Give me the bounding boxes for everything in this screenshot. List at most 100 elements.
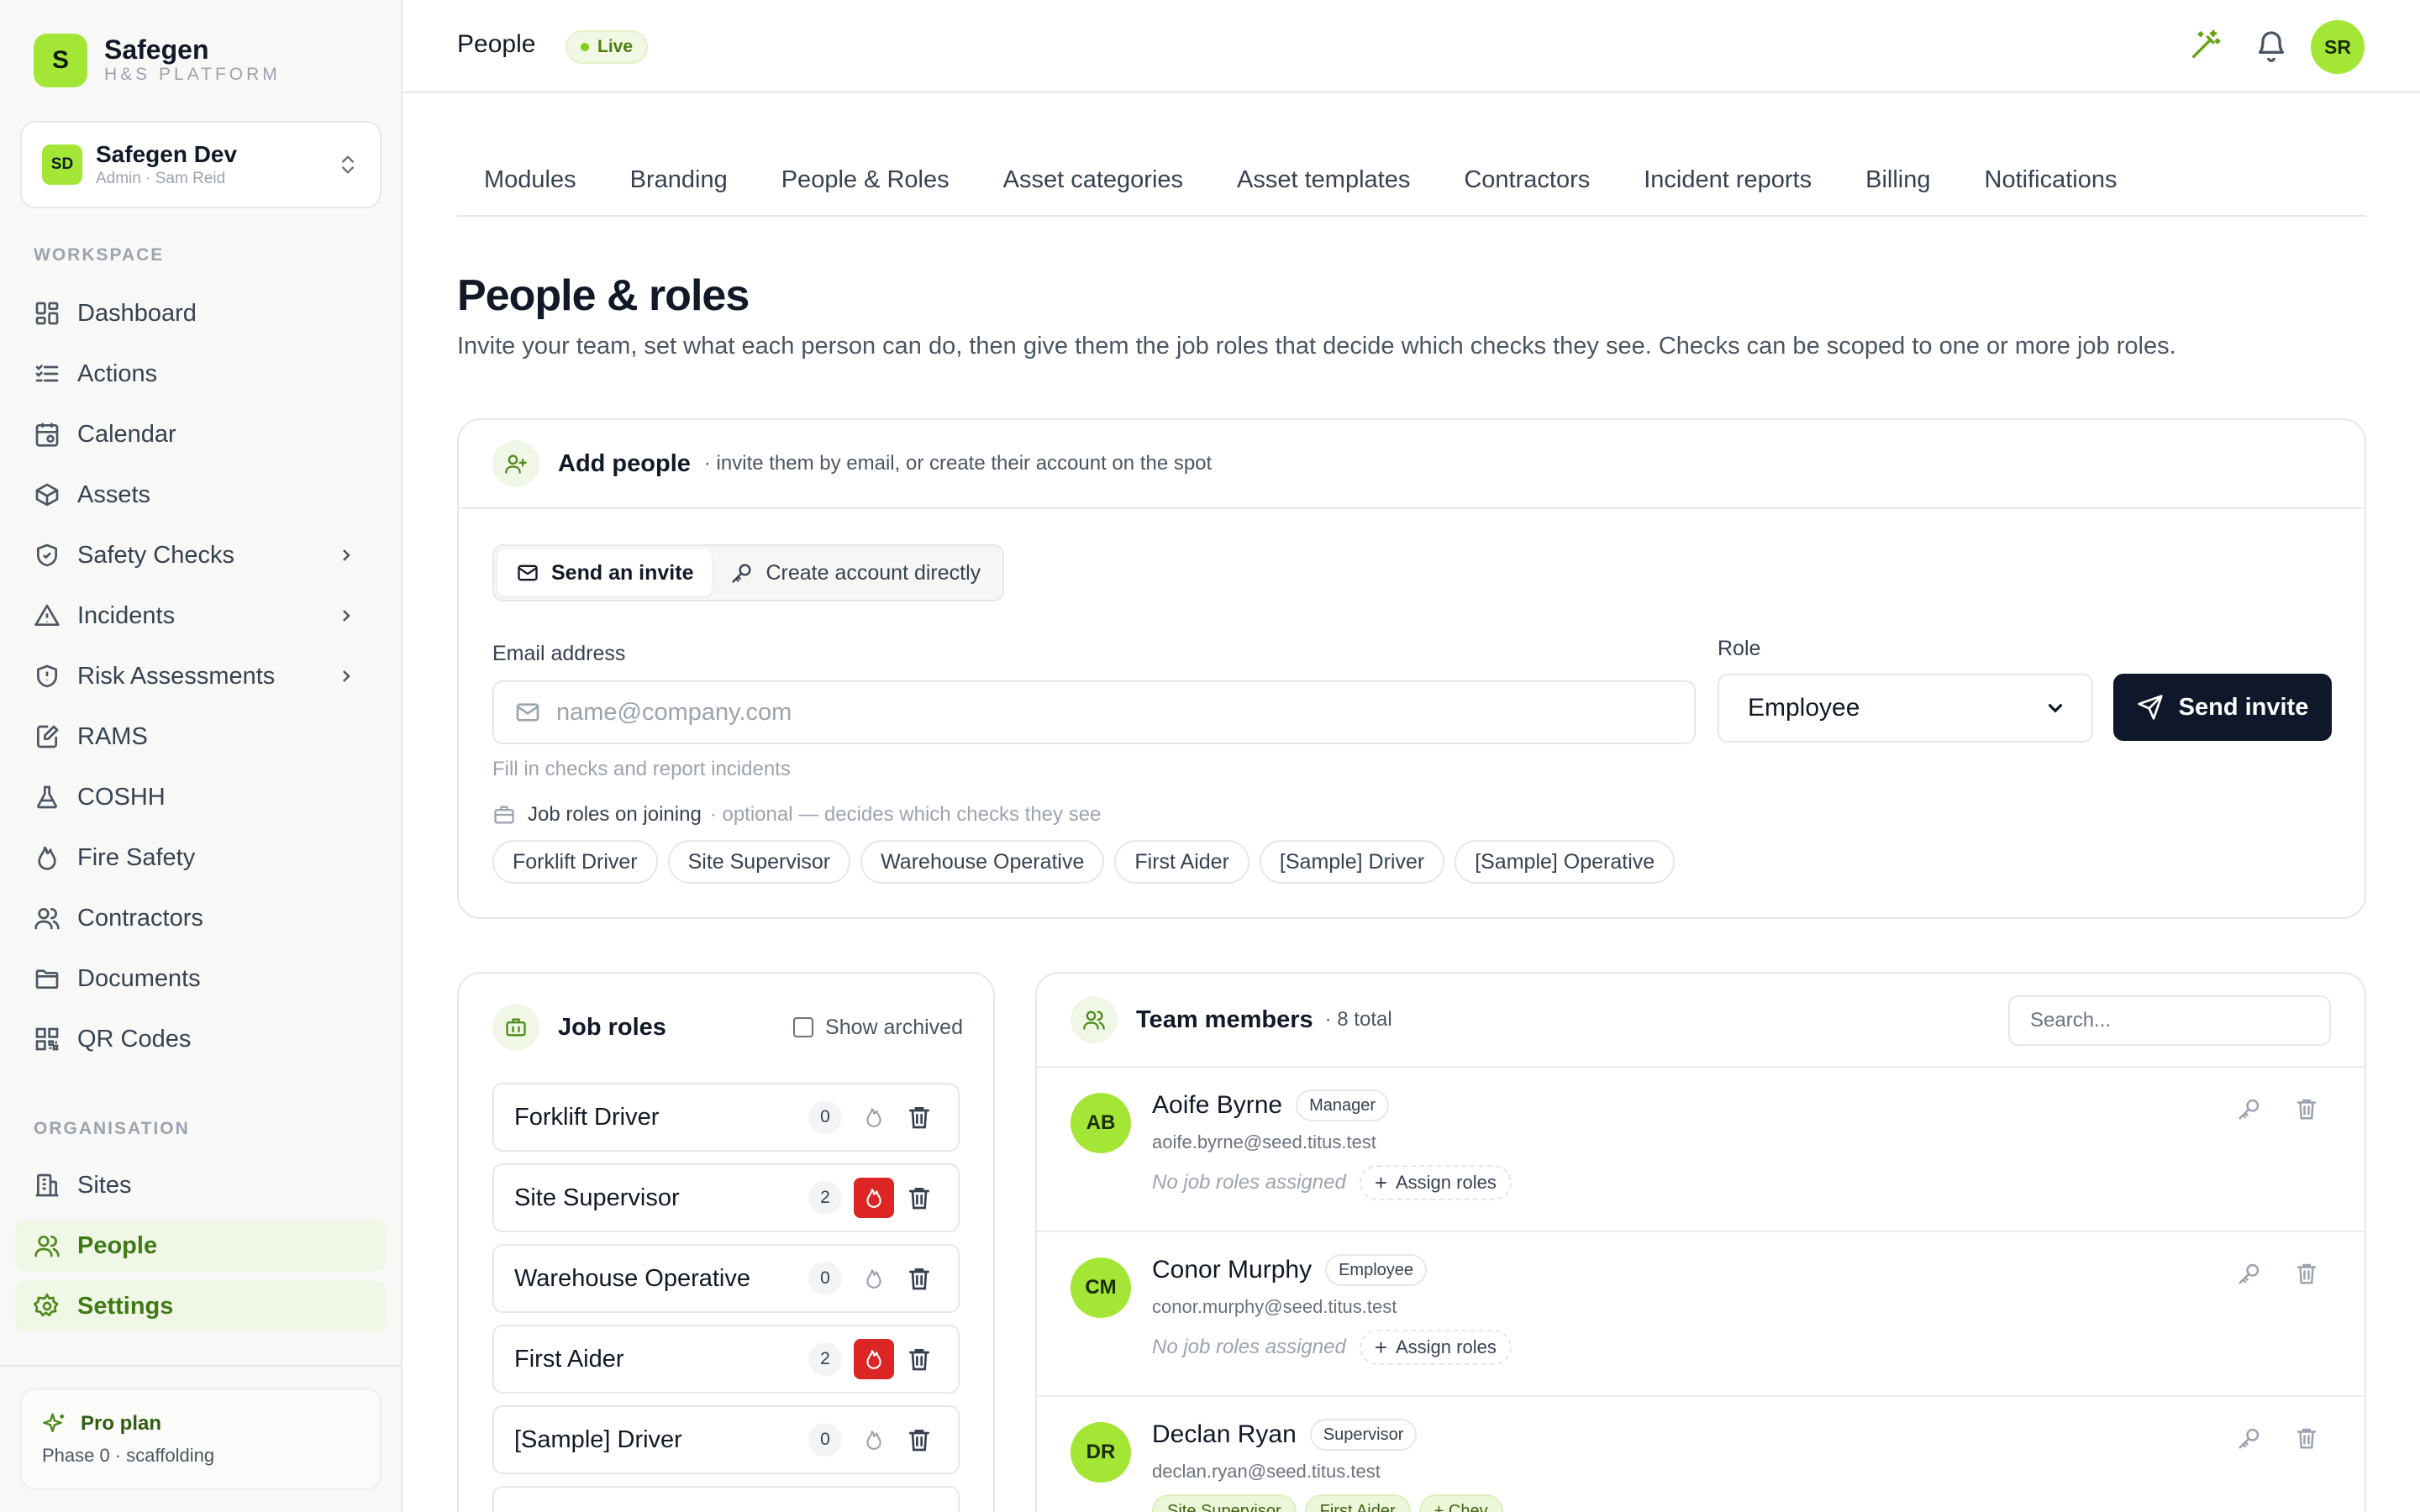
sidebar-item-qr-codes[interactable]: QR Codes <box>15 1013 387 1065</box>
sidebar-item-fire-safety[interactable]: Fire Safety <box>15 832 387 884</box>
trash-icon[interactable] <box>2294 1261 2319 1286</box>
tab-billing[interactable]: Billing <box>1839 151 1957 217</box>
tab-modules[interactable]: Modules <box>457 151 603 217</box>
trash-icon[interactable] <box>2294 1425 2319 1451</box>
sidebar-item-risk-assessments[interactable]: Risk Assessments <box>15 650 387 702</box>
key-icon[interactable] <box>2237 1425 2262 1451</box>
nav-section-organisation: ORGANISATION <box>34 1119 190 1138</box>
brand[interactable]: S Safegen H&S PLATFORM <box>34 34 281 87</box>
user-avatar[interactable]: SR <box>2311 20 2365 74</box>
send-invite-button[interactable]: Send invite <box>2113 674 2332 741</box>
job-role-chip[interactable]: [Sample] Driver <box>1259 840 1445 884</box>
sidebar-item-coshh[interactable]: COSHH <box>15 771 387 823</box>
job-role-row[interactable]: Site Supervisor 2 <box>492 1163 960 1232</box>
tab-asset-templates[interactable]: Asset templates <box>1210 151 1437 217</box>
sidebar-item-label: Actions <box>77 360 158 387</box>
role-label: Role <box>1718 637 1761 660</box>
team-members-total: · 8 total <box>1324 1008 1392 1031</box>
sidebar-item-safety-checks[interactable]: Safety Checks <box>15 529 387 581</box>
sidebar-item-documents[interactable]: Documents <box>15 953 387 1005</box>
trash-icon[interactable] <box>906 1104 933 1131</box>
fire-role-toggle[interactable] <box>854 1420 894 1460</box>
sidebar-item-incidents[interactable]: Incidents <box>15 590 387 642</box>
search-box <box>2008 995 2331 1046</box>
mail-icon <box>518 564 538 581</box>
role-select[interactable]: Employee <box>1718 674 2093 743</box>
member-email: declan.ryan@seed.titus.test <box>1152 1461 1381 1482</box>
job-role-row[interactable] <box>492 1486 960 1512</box>
add-people-title: Add people <box>558 449 691 477</box>
job-role-chip[interactable]: Warehouse Operative <box>860 840 1105 884</box>
send-icon <box>2137 695 2163 720</box>
calendar-icon <box>35 423 59 447</box>
assign-roles-button[interactable]: + Assign roles <box>1359 1165 1512 1200</box>
member-name: Aoife Byrne <box>1152 1091 1283 1119</box>
trash-icon[interactable] <box>906 1426 933 1453</box>
member-job-role-chip[interactable]: First Aider <box>1304 1494 1411 1512</box>
tab-contractors[interactable]: Contractors <box>1437 151 1617 217</box>
create-account-mode-button[interactable]: Create account directly <box>712 549 999 596</box>
invite-mode-toggle: Send an invite Create account directly <box>492 544 1005 601</box>
member-job-role-chip[interactable]: Site Supervisor <box>1152 1494 1297 1512</box>
send-invite-mode-button[interactable]: Send an invite <box>497 549 713 596</box>
fire-role-toggle[interactable] <box>854 1339 894 1379</box>
magic-wand-icon[interactable] <box>2188 29 2222 62</box>
page-title: People & roles <box>457 271 750 320</box>
tab-branding[interactable]: Branding <box>603 151 755 217</box>
sidebar-item-dashboard[interactable]: Dashboard <box>15 287 387 339</box>
sidebar-item-assets[interactable]: Assets <box>15 469 387 521</box>
member-role-badge: Manager <box>1296 1089 1390 1121</box>
key-icon[interactable] <box>2237 1261 2262 1286</box>
member-name: Conor Murphy <box>1152 1256 1313 1284</box>
trash-icon[interactable] <box>906 1184 933 1211</box>
member-job-role-chip[interactable]: + Chev <box>1418 1494 1503 1512</box>
trash-icon[interactable] <box>906 1265 933 1292</box>
job-roles-optional-note: · optional — decides which checks they s… <box>709 803 1102 826</box>
sidebar-item-calendar[interactable]: Calendar <box>15 408 387 460</box>
show-archived-checkbox[interactable] <box>793 1017 814 1037</box>
tab-incident-reports[interactable]: Incident reports <box>1617 151 1839 217</box>
sidebar-item-sites[interactable]: Sites <box>15 1159 387 1211</box>
tab-asset-categories[interactable]: Asset categories <box>976 151 1210 217</box>
assign-roles-button[interactable]: + Assign roles <box>1359 1330 1512 1365</box>
assign-roles-label: Assign roles <box>1396 1336 1497 1357</box>
sidebar-item-people[interactable]: People <box>15 1220 387 1272</box>
key-icon[interactable] <box>2237 1096 2262 1121</box>
email-field[interactable] <box>556 698 1649 727</box>
org-switcher[interactable]: SD Safegen Dev Admin · Sam Reid <box>20 121 381 208</box>
no-job-roles-text: No job roles assigned <box>1152 1336 1346 1358</box>
sidebar-item-settings[interactable]: Settings <box>15 1280 387 1332</box>
chevron-down-icon <box>2048 704 2063 713</box>
trash-icon[interactable] <box>906 1346 933 1373</box>
job-role-chip[interactable]: Forklift Driver <box>492 840 658 884</box>
fire-role-toggle[interactable] <box>854 1258 894 1299</box>
sidebar-item-actions[interactable]: Actions <box>15 348 387 400</box>
sidebar-item-rams[interactable]: RAMS <box>15 711 387 763</box>
search-input[interactable] <box>2030 1009 2299 1032</box>
flame-icon <box>866 1269 881 1289</box>
bell-icon[interactable] <box>2254 29 2288 62</box>
brand-subtitle: H&S PLATFORM <box>104 65 281 84</box>
show-archived-toggle[interactable]: Show archived <box>793 1016 963 1040</box>
job-role-row[interactable]: Warehouse Operative 0 <box>492 1244 960 1313</box>
trash-icon[interactable] <box>2294 1096 2319 1121</box>
team-member-row: CM Conor Murphy Employee conor.murphy@se… <box>1037 1232 2365 1397</box>
create-account-mode-label: Create account directly <box>765 560 981 585</box>
job-role-name: Warehouse Operative <box>514 1264 751 1292</box>
job-role-row[interactable]: Forklift Driver 0 <box>492 1083 960 1152</box>
job-role-chip[interactable]: First Aider <box>1114 840 1249 884</box>
gear-icon <box>34 1293 59 1317</box>
brand-logo: S <box>34 34 87 87</box>
fire-role-toggle[interactable] <box>854 1178 894 1218</box>
tab-people-roles[interactable]: People & Roles <box>755 151 976 217</box>
tab-notifications[interactable]: Notifications <box>1958 151 2144 217</box>
job-role-row[interactable]: First Aider 2 <box>492 1325 960 1394</box>
job-role-chip[interactable]: [Sample] Operative <box>1455 840 1676 884</box>
sidebar-item-contractors[interactable]: Contractors <box>15 892 387 944</box>
plan-subtitle: Phase 0 · scaffolding <box>42 1445 215 1466</box>
avatar: AB <box>1071 1093 1131 1153</box>
job-role-row[interactable]: [Sample] Driver 0 <box>492 1405 960 1474</box>
job-role-count: 0 <box>808 1262 842 1295</box>
fire-role-toggle[interactable] <box>854 1097 894 1137</box>
job-role-chip[interactable]: Site Supervisor <box>667 840 851 884</box>
